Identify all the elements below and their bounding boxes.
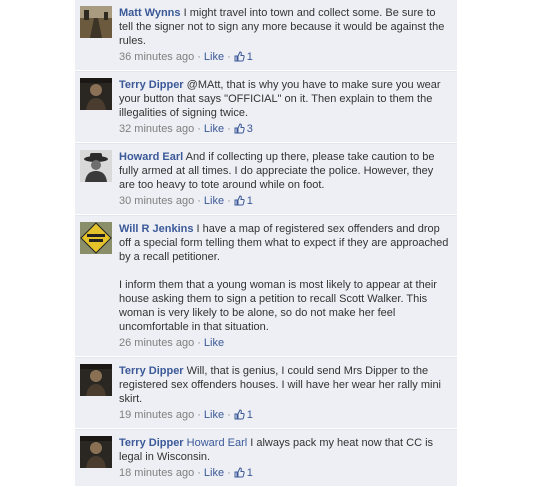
- author-link[interactable]: Terry Dipper: [119, 437, 184, 449]
- like-link[interactable]: Like: [204, 123, 224, 135]
- comment-meta: 30 minutes ago · Like · 1: [119, 194, 451, 208]
- comment-body: Matt Wynns I might travel into town and …: [119, 6, 451, 48]
- comment-body: Will R Jenkins I have a map of registere…: [119, 222, 451, 334]
- separator: ·: [197, 195, 201, 207]
- comment-item: Matt Wynns I might travel into town and …: [75, 0, 457, 71]
- person-photo-icon[interactable]: [80, 436, 112, 468]
- separator: ·: [227, 195, 231, 207]
- like-link[interactable]: Like: [204, 337, 224, 349]
- comment-meta: 32 minutes ago · Like · 3: [119, 122, 451, 136]
- like-count: 1: [246, 51, 253, 63]
- comment-body: Terry Dipper @MAtt, that is why you have…: [119, 78, 451, 120]
- separator: ·: [227, 123, 231, 135]
- separator: ·: [197, 409, 201, 421]
- thumbs-up-icon: [234, 467, 245, 478]
- comment-text: I have a map of registered sex offenders…: [119, 223, 449, 333]
- like-count: 1: [246, 467, 253, 479]
- like-link[interactable]: Like: [204, 195, 224, 207]
- comment-thread: Matt Wynns I might travel into town and …: [75, 0, 457, 487]
- like-count-link[interactable]: 3: [234, 123, 253, 135]
- comment-meta: 18 minutes ago · Like · 1: [119, 466, 451, 480]
- like-link[interactable]: Like: [204, 467, 224, 479]
- timestamp[interactable]: 26 minutes ago: [119, 337, 194, 349]
- thumbs-up-icon: [234, 195, 245, 206]
- comment-item: Will R Jenkins I have a map of registere…: [75, 215, 457, 357]
- like-count: 1: [246, 195, 253, 207]
- thumbs-up-icon: [234, 409, 245, 420]
- like-count-link[interactable]: 1: [234, 467, 253, 479]
- comment-item: Howard Earl And if collecting up there, …: [75, 143, 457, 215]
- like-count-link[interactable]: 1: [234, 51, 253, 63]
- separator: ·: [197, 123, 201, 135]
- comment-meta: 26 minutes ago · Like: [119, 336, 451, 350]
- separator: ·: [197, 467, 201, 479]
- like-link[interactable]: Like: [204, 51, 224, 63]
- timestamp[interactable]: 18 minutes ago: [119, 467, 194, 479]
- person-photo-icon[interactable]: [80, 78, 112, 110]
- separator: ·: [227, 409, 231, 421]
- person-photo-icon[interactable]: [80, 364, 112, 396]
- thumbs-up-icon: [234, 123, 245, 134]
- comment-meta: 19 minutes ago · Like · 1: [119, 408, 451, 422]
- timestamp[interactable]: 30 minutes ago: [119, 195, 194, 207]
- comment-body: Howard Earl And if collecting up there, …: [119, 150, 451, 192]
- mention-link[interactable]: Howard Earl: [187, 437, 248, 449]
- like-link[interactable]: Like: [204, 409, 224, 421]
- road-photo-icon[interactable]: [80, 6, 112, 38]
- separator: ·: [197, 51, 201, 63]
- author-link[interactable]: Matt Wynns: [119, 7, 181, 19]
- like-count: 3: [246, 123, 253, 135]
- author-link[interactable]: Terry Dipper: [119, 365, 184, 377]
- timestamp[interactable]: 36 minutes ago: [119, 51, 194, 63]
- timestamp[interactable]: 19 minutes ago: [119, 409, 194, 421]
- author-link[interactable]: Howard Earl: [119, 151, 183, 163]
- comment-item: Terry Dipper Howard Earl I always pack m…: [75, 429, 457, 487]
- road-sign-icon[interactable]: [80, 222, 112, 254]
- separator: ·: [227, 467, 231, 479]
- like-count: 1: [246, 409, 253, 421]
- hat-person-photo-icon[interactable]: [80, 150, 112, 182]
- timestamp[interactable]: 32 minutes ago: [119, 123, 194, 135]
- comment-item: Terry Dipper @MAtt, that is why you have…: [75, 71, 457, 143]
- thumbs-up-icon: [234, 51, 245, 62]
- comment-body: Terry Dipper Will, that is genius, I cou…: [119, 364, 451, 406]
- separator: ·: [197, 337, 201, 349]
- separator: ·: [227, 51, 231, 63]
- comment-meta: 36 minutes ago · Like · 1: [119, 50, 451, 64]
- comment-body: Terry Dipper Howard Earl I always pack m…: [119, 436, 451, 464]
- comment-item: Terry Dipper Will, that is genius, I cou…: [75, 357, 457, 429]
- like-count-link[interactable]: 1: [234, 409, 253, 421]
- like-count-link[interactable]: 1: [234, 195, 253, 207]
- author-link[interactable]: Terry Dipper: [119, 79, 184, 91]
- author-link[interactable]: Will R Jenkins: [119, 223, 193, 235]
